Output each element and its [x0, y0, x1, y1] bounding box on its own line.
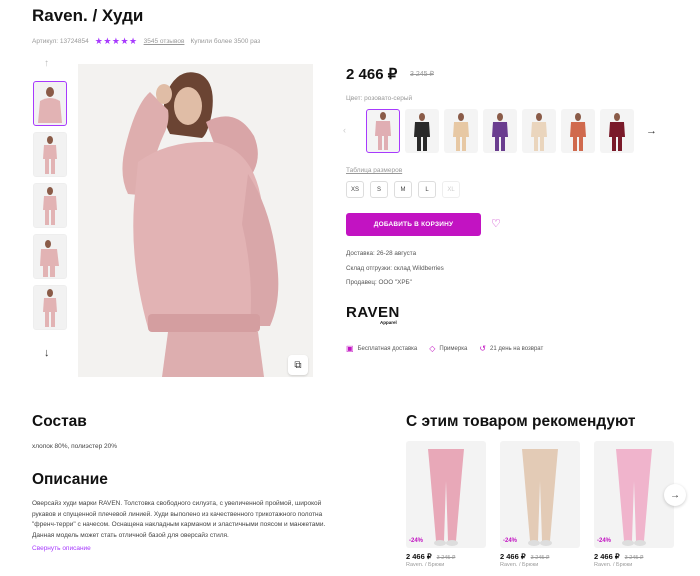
size-table-link[interactable]: Таблица размеров	[346, 167, 402, 174]
description-line: "френч-терри" с начесом. Оснащена наклад…	[32, 521, 326, 528]
rec-old-price: 3 245 ₽	[624, 555, 644, 561]
benefits-row: ▣ Бесплатная доставка ◇ Примерка ↺ 21 де…	[346, 344, 543, 353]
bought-count: Купили более 3500 раз	[190, 38, 261, 45]
size-xs[interactable]: XS	[346, 181, 364, 198]
recommend-list: -24% 2 466 ₽ 3 245 ₽ Raven. / Брюки -24% …	[406, 441, 674, 568]
recommend-card[interactable]: -24% 2 466 ₽ 3 245 ₽ Raven. / Брюки	[500, 441, 580, 568]
discount-badge: -24%	[597, 538, 612, 544]
color-swatches	[366, 109, 634, 153]
color-swatch[interactable]	[366, 109, 400, 153]
benefit-delivery: ▣ Бесплатная доставка	[346, 344, 417, 353]
tag-icon: ◇	[429, 344, 436, 353]
size-m[interactable]: M	[394, 181, 412, 198]
size-l[interactable]: L	[418, 181, 436, 198]
seller-info[interactable]: Продавец: ООО "ХРБ"	[346, 279, 412, 286]
composition-text: хлопок 80%, полиэстер 20%	[32, 443, 118, 450]
rec-price: 2 466 ₽	[594, 552, 620, 561]
thumbnail-2[interactable]	[33, 132, 67, 177]
color-swatch[interactable]	[561, 109, 595, 153]
description-text: Оверсайз худи марки RAVEN. Толстовка сво…	[32, 499, 362, 541]
color-label: Цвет: розовато-серый	[346, 95, 413, 102]
size-xl[interactable]: XL	[442, 181, 460, 198]
rec-name: Raven. / Брюки	[594, 562, 633, 568]
rec-name: Raven. / Брюки	[500, 562, 539, 568]
current-price: 2 466 ₽	[346, 66, 398, 83]
color-swatch[interactable]	[483, 109, 517, 153]
size-selector: XS S M L XL	[346, 181, 460, 198]
thumbnail-5[interactable]	[33, 285, 67, 330]
benefit-delivery-label: Бесплатная доставка	[357, 345, 418, 352]
recommend-card[interactable]: -24% 2 466 ₽ 3 245 ₽ Raven. / Брюки	[594, 441, 674, 568]
add-to-cart-button[interactable]: ДОБАВИТЬ В КОРЗИНУ	[346, 213, 481, 236]
swatch-prev-arrow-icon[interactable]: ‹	[343, 125, 346, 135]
return-icon: ↺	[479, 344, 487, 353]
recommend-card[interactable]: -24% 2 466 ₽ 3 245 ₽ Raven. / Брюки	[406, 441, 486, 568]
product-title: Raven. / Худи	[32, 6, 144, 25]
benefit-return-label: 21 день на возврат	[490, 345, 544, 352]
description-line: Оверсайз худи марки RAVEN. Толстовка сво…	[32, 500, 322, 507]
recommend-image[interactable]: -24%	[500, 441, 580, 548]
description-line: Данная модель может стать отличной базой…	[32, 531, 229, 539]
heart-icon[interactable]: ♡	[491, 217, 501, 230]
recommend-heading: С этим товаром рекомендуют	[406, 413, 636, 430]
reviews-link[interactable]: 3545 отзывов	[144, 38, 185, 45]
delivery-info: Доставка: 26-28 августа	[346, 250, 417, 257]
benefit-fitting: ◇ Примерка	[429, 344, 467, 353]
discount-badge: -24%	[409, 538, 424, 544]
thumbs-up-arrow-icon[interactable]: ↑	[44, 58, 49, 69]
size-s[interactable]: S	[370, 181, 388, 198]
rec-old-price: 3 245 ₽	[436, 555, 456, 561]
thumbnail-1[interactable]	[33, 81, 67, 126]
rating-stars: ★★★★★	[94, 36, 138, 46]
thumbnail-list	[33, 81, 67, 330]
thumbs-down-arrow-icon[interactable]: ↓	[44, 347, 50, 359]
swatch-next-arrow-icon[interactable]: →	[646, 125, 657, 137]
copy-icon[interactable]: ⧉	[288, 355, 308, 375]
warehouse-info: Склад отгрузки: склад Wildberries	[346, 265, 444, 272]
collapse-description-link[interactable]: Свернуть описание	[32, 545, 91, 552]
thumbnail-3[interactable]	[33, 183, 67, 228]
composition-heading: Состав	[32, 413, 87, 430]
thumbnail-4[interactable]	[33, 234, 67, 279]
color-swatch[interactable]	[444, 109, 478, 153]
rec-price: 2 466 ₽	[500, 552, 526, 561]
article-number: Артикул: 13724854	[32, 38, 89, 45]
discount-badge: -24%	[503, 538, 518, 544]
box-icon: ▣	[346, 344, 354, 353]
recommend-next-arrow-icon[interactable]: →	[664, 484, 686, 506]
description-heading: Описание	[32, 471, 108, 488]
old-price: 3 245 ₽	[410, 71, 434, 78]
color-swatch[interactable]	[600, 109, 634, 153]
color-swatch[interactable]	[405, 109, 439, 153]
product-meta: Артикул: 13724854 ★★★★★ 3545 отзывов Куп…	[32, 36, 260, 47]
main-product-image[interactable]	[78, 64, 313, 377]
benefit-fitting-label: Примерка	[439, 345, 468, 352]
rec-name: Raven. / Брюки	[406, 562, 445, 568]
rec-price: 2 466 ₽	[406, 552, 432, 561]
recommend-image[interactable]: -24%	[594, 441, 674, 548]
description-line: рукавов и спущенной плечевой линией. Худ…	[32, 510, 323, 518]
recommend-image[interactable]: -24%	[406, 441, 486, 548]
rec-old-price: 3 245 ₽	[530, 555, 550, 561]
brand-sub: Apparel	[380, 320, 397, 325]
benefit-return: ↺ 21 день на возврат	[479, 344, 543, 353]
brand-logo[interactable]: RAVEN	[346, 304, 400, 321]
color-swatch[interactable]	[522, 109, 556, 153]
